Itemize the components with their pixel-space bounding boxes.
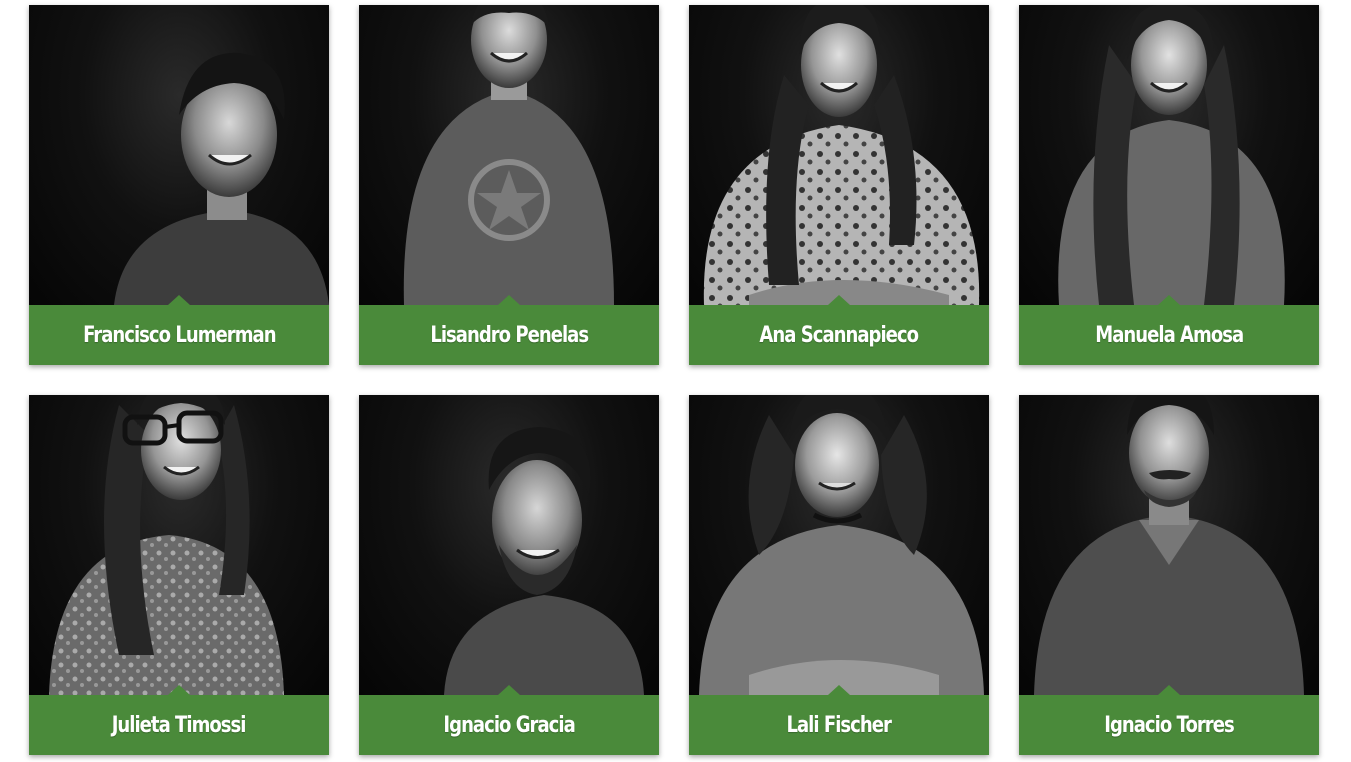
member-name: Lisandro Penelas bbox=[430, 322, 589, 348]
member-photo bbox=[359, 5, 659, 305]
member-name: Francisco Lumerman bbox=[82, 322, 276, 348]
member-name: Ana Scannapieco bbox=[759, 322, 920, 348]
member-card-lali-fischer[interactable]: Lali Fischer bbox=[689, 395, 989, 755]
member-photo bbox=[29, 5, 329, 305]
member-photo bbox=[1019, 395, 1319, 695]
member-name: Julieta Timossi bbox=[112, 712, 247, 738]
member-photo bbox=[689, 395, 989, 695]
member-name-bar: Ignacio Torres bbox=[1019, 685, 1319, 755]
member-card-julieta-timossi[interactable]: Julieta Timossi bbox=[29, 395, 329, 755]
portrait-icon bbox=[699, 395, 984, 695]
member-name-bar: Ana Scannapieco bbox=[689, 295, 989, 365]
portrait-icon bbox=[1058, 5, 1285, 305]
portrait-icon bbox=[114, 52, 329, 305]
team-grid: Francisco Lumerman Lisandro Penelas Ana … bbox=[0, 0, 1351, 762]
member-name-bar: Lali Fischer bbox=[689, 685, 989, 755]
member-card-francisco-lumerman[interactable]: Francisco Lumerman bbox=[29, 5, 329, 365]
member-photo bbox=[29, 395, 329, 695]
member-photo bbox=[1019, 5, 1319, 305]
member-name-bar: Lisandro Penelas bbox=[359, 295, 659, 365]
member-name-bar: Ignacio Gracia bbox=[359, 685, 659, 755]
portrait-icon bbox=[444, 427, 644, 695]
member-card-ana-scannapieco[interactable]: Ana Scannapieco bbox=[689, 5, 989, 365]
member-name: Ignacio Gracia bbox=[443, 712, 575, 738]
member-name: Lali Fischer bbox=[786, 712, 892, 738]
member-card-ignacio-torres[interactable]: Ignacio Torres bbox=[1019, 395, 1319, 755]
portrait-icon bbox=[1034, 395, 1304, 695]
member-name: Ignacio Torres bbox=[1104, 712, 1234, 738]
portrait-icon bbox=[703, 5, 980, 305]
member-photo bbox=[359, 395, 659, 695]
member-name-bar: Manuela Amosa bbox=[1019, 295, 1319, 365]
member-name-bar: Francisco Lumerman bbox=[29, 295, 329, 365]
portrait-icon bbox=[403, 5, 614, 305]
portrait-icon bbox=[49, 395, 284, 695]
member-name: Manuela Amosa bbox=[1095, 322, 1244, 348]
member-name-bar: Julieta Timossi bbox=[29, 685, 329, 755]
member-card-manuela-amosa[interactable]: Manuela Amosa bbox=[1019, 5, 1319, 365]
member-card-ignacio-gracia[interactable]: Ignacio Gracia bbox=[359, 395, 659, 755]
member-card-lisandro-penelas[interactable]: Lisandro Penelas bbox=[359, 5, 659, 365]
member-photo bbox=[689, 5, 989, 305]
